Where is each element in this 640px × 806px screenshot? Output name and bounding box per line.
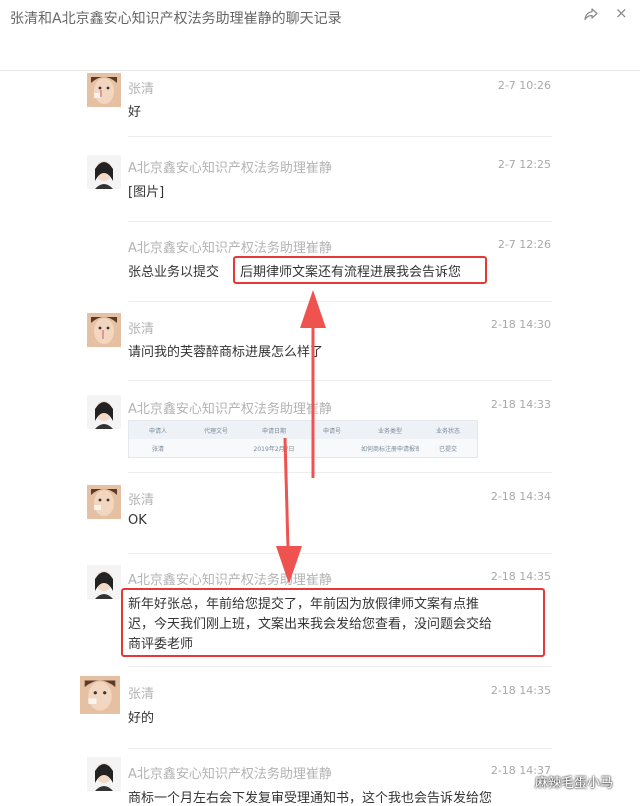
divider (128, 380, 552, 381)
table-cell: 如何商标注册申请报审中通 (361, 445, 419, 453)
message-text[interactable]: [图片] (128, 181, 164, 200)
message-time: 2-18 14:33 (490, 398, 551, 411)
table-cell: 申请日期 (261, 427, 286, 435)
table-cell: 已提交 (438, 445, 457, 453)
arrow-down (276, 437, 302, 584)
message-text[interactable]: 商标一个月左右会下发复审受理通知书，这个我也会告诉发给您 (128, 787, 492, 806)
message-time: 2-18 14:35 (490, 684, 551, 697)
table-cell: 张清 (151, 445, 164, 453)
divider (128, 221, 552, 222)
message-text[interactable]: 好的 (128, 707, 154, 726)
sender-name: 张清 (128, 687, 155, 702)
zhang-avatar (87, 313, 121, 347)
table-cell: 2019年2月7日 (253, 445, 295, 453)
divider (128, 748, 552, 749)
message-time: 2-18 14:35 (490, 570, 551, 583)
message-text[interactable]: 请问我的芙蓉醉商标进展怎么样了 (128, 341, 323, 360)
sender-name: A北京鑫安心知识产权法务助理崔静 (128, 161, 332, 176)
divider (128, 553, 552, 554)
message-time: 2-18 14:34 (490, 490, 551, 503)
message-time: 2-7 12:25 (497, 158, 551, 171)
cui-avatar (87, 395, 121, 429)
sender-name: 张清 (128, 82, 155, 97)
title-bar: 张清和A北京鑫安心知识产权法务助理崔静的聊天记录 × (0, 0, 640, 71)
table-cell: 业务类型 (377, 427, 402, 435)
close-icon[interactable]: × (615, 5, 628, 21)
sender-name: A北京鑫安心知识产权法务助理崔静 (128, 573, 332, 588)
zhang-avatar (80, 676, 120, 714)
table-cell: 业务状态 (435, 427, 460, 435)
divider (128, 472, 552, 473)
cui-avatar (87, 155, 121, 189)
message-text-prefix[interactable]: 张总业务以提交 (128, 261, 219, 280)
watermark: 麻辣毛蛋小马 (535, 776, 614, 791)
table-cell: 申请人 (148, 427, 167, 435)
message-time: 2-18 14:30 (490, 318, 551, 331)
highlight-box (233, 256, 487, 284)
table-header: 申请人 代理文号 申请日期 申请号 业务类型 业务状态 (129, 421, 477, 439)
message-text[interactable]: 好 (128, 101, 141, 120)
share-icon[interactable] (583, 6, 599, 22)
table-cell: 代理文号 (203, 427, 228, 435)
sender-name: 张清 (128, 493, 155, 508)
divider (128, 301, 552, 302)
message-time: 2-7 12:26 (497, 238, 551, 251)
table-row: 张清 2019年2月7日 如何商标注册申请报审中通 已提交 (129, 439, 477, 457)
table-cell: 申请号 (322, 427, 341, 435)
highlight-box (121, 588, 545, 657)
divider (128, 136, 552, 137)
cui-avatar (87, 565, 121, 599)
image-attachment[interactable]: 申请人 代理文号 申请日期 申请号 业务类型 业务状态 张清 2019年2月7日… (128, 420, 478, 458)
cui-avatar (87, 757, 121, 791)
zhang-avatar (87, 73, 121, 107)
divider (128, 666, 552, 667)
sender-name: A北京鑫安心知识产权法务助理崔静 (128, 402, 332, 417)
message-text[interactable]: OK (128, 513, 147, 528)
zhang-avatar (87, 485, 121, 519)
sender-name: 张清 (128, 322, 155, 337)
sender-name: A北京鑫安心知识产权法务助理崔静 (128, 241, 332, 256)
message-time: 2-7 10:26 (497, 79, 551, 92)
window-title: 张清和A北京鑫安心知识产权法务助理崔静的聊天记录 (10, 11, 342, 27)
sender-name: A北京鑫安心知识产权法务助理崔静 (128, 767, 332, 782)
